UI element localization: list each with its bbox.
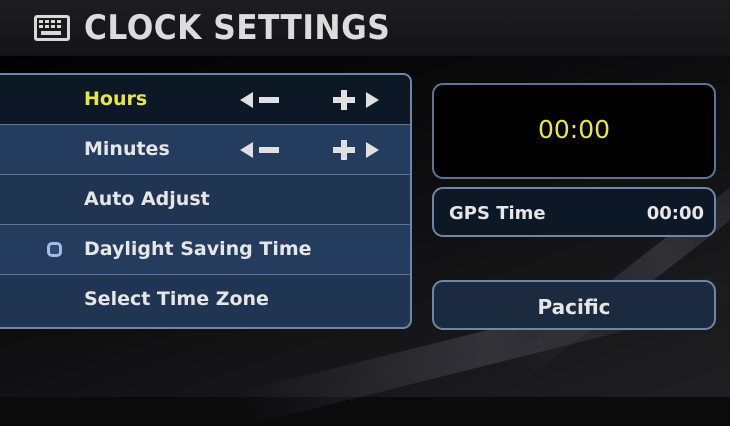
daylight-saving-checkbox[interactable] bbox=[47, 242, 62, 257]
menu-item-label: Hours bbox=[84, 88, 148, 110]
clock-display: 00:00 bbox=[432, 83, 716, 179]
menu-item-label: Minutes bbox=[84, 138, 170, 160]
menu-item-hours[interactable]: Hours bbox=[0, 75, 410, 125]
gps-time-value: 00:00 bbox=[646, 203, 704, 224]
menu-item-minutes[interactable]: Minutes bbox=[0, 125, 410, 175]
keyboard-icon bbox=[33, 14, 71, 42]
menu-item-auto-adjust[interactable]: Auto Adjust bbox=[0, 175, 410, 225]
increase-arrow-icon[interactable] bbox=[329, 88, 381, 112]
decrease-arrow-icon[interactable] bbox=[238, 88, 290, 112]
time-zone-button[interactable]: Pacific bbox=[432, 280, 716, 330]
clock-settings-menu: Hours Minutes Auto Adjust Daylight Savin… bbox=[0, 73, 412, 329]
decrease-arrow-icon[interactable] bbox=[238, 138, 290, 162]
menu-item-select-time-zone[interactable]: Select Time Zone bbox=[0, 275, 410, 327]
time-zone-value: Pacific bbox=[537, 295, 611, 319]
title-bar: CLOCK SETTINGS bbox=[0, 0, 730, 56]
menu-item-label: Daylight Saving Time bbox=[84, 238, 312, 260]
clock-time-value: 00:00 bbox=[537, 115, 611, 144]
menu-item-label: Select Time Zone bbox=[84, 288, 269, 310]
gps-time-display: GPS Time 00:00 bbox=[432, 187, 716, 237]
gps-time-label: GPS Time bbox=[449, 203, 546, 224]
menu-item-daylight-saving-time[interactable]: Daylight Saving Time bbox=[0, 225, 410, 275]
menu-item-label: Auto Adjust bbox=[84, 188, 210, 210]
increase-arrow-icon[interactable] bbox=[329, 138, 381, 162]
page-title: CLOCK SETTINGS bbox=[84, 8, 391, 48]
